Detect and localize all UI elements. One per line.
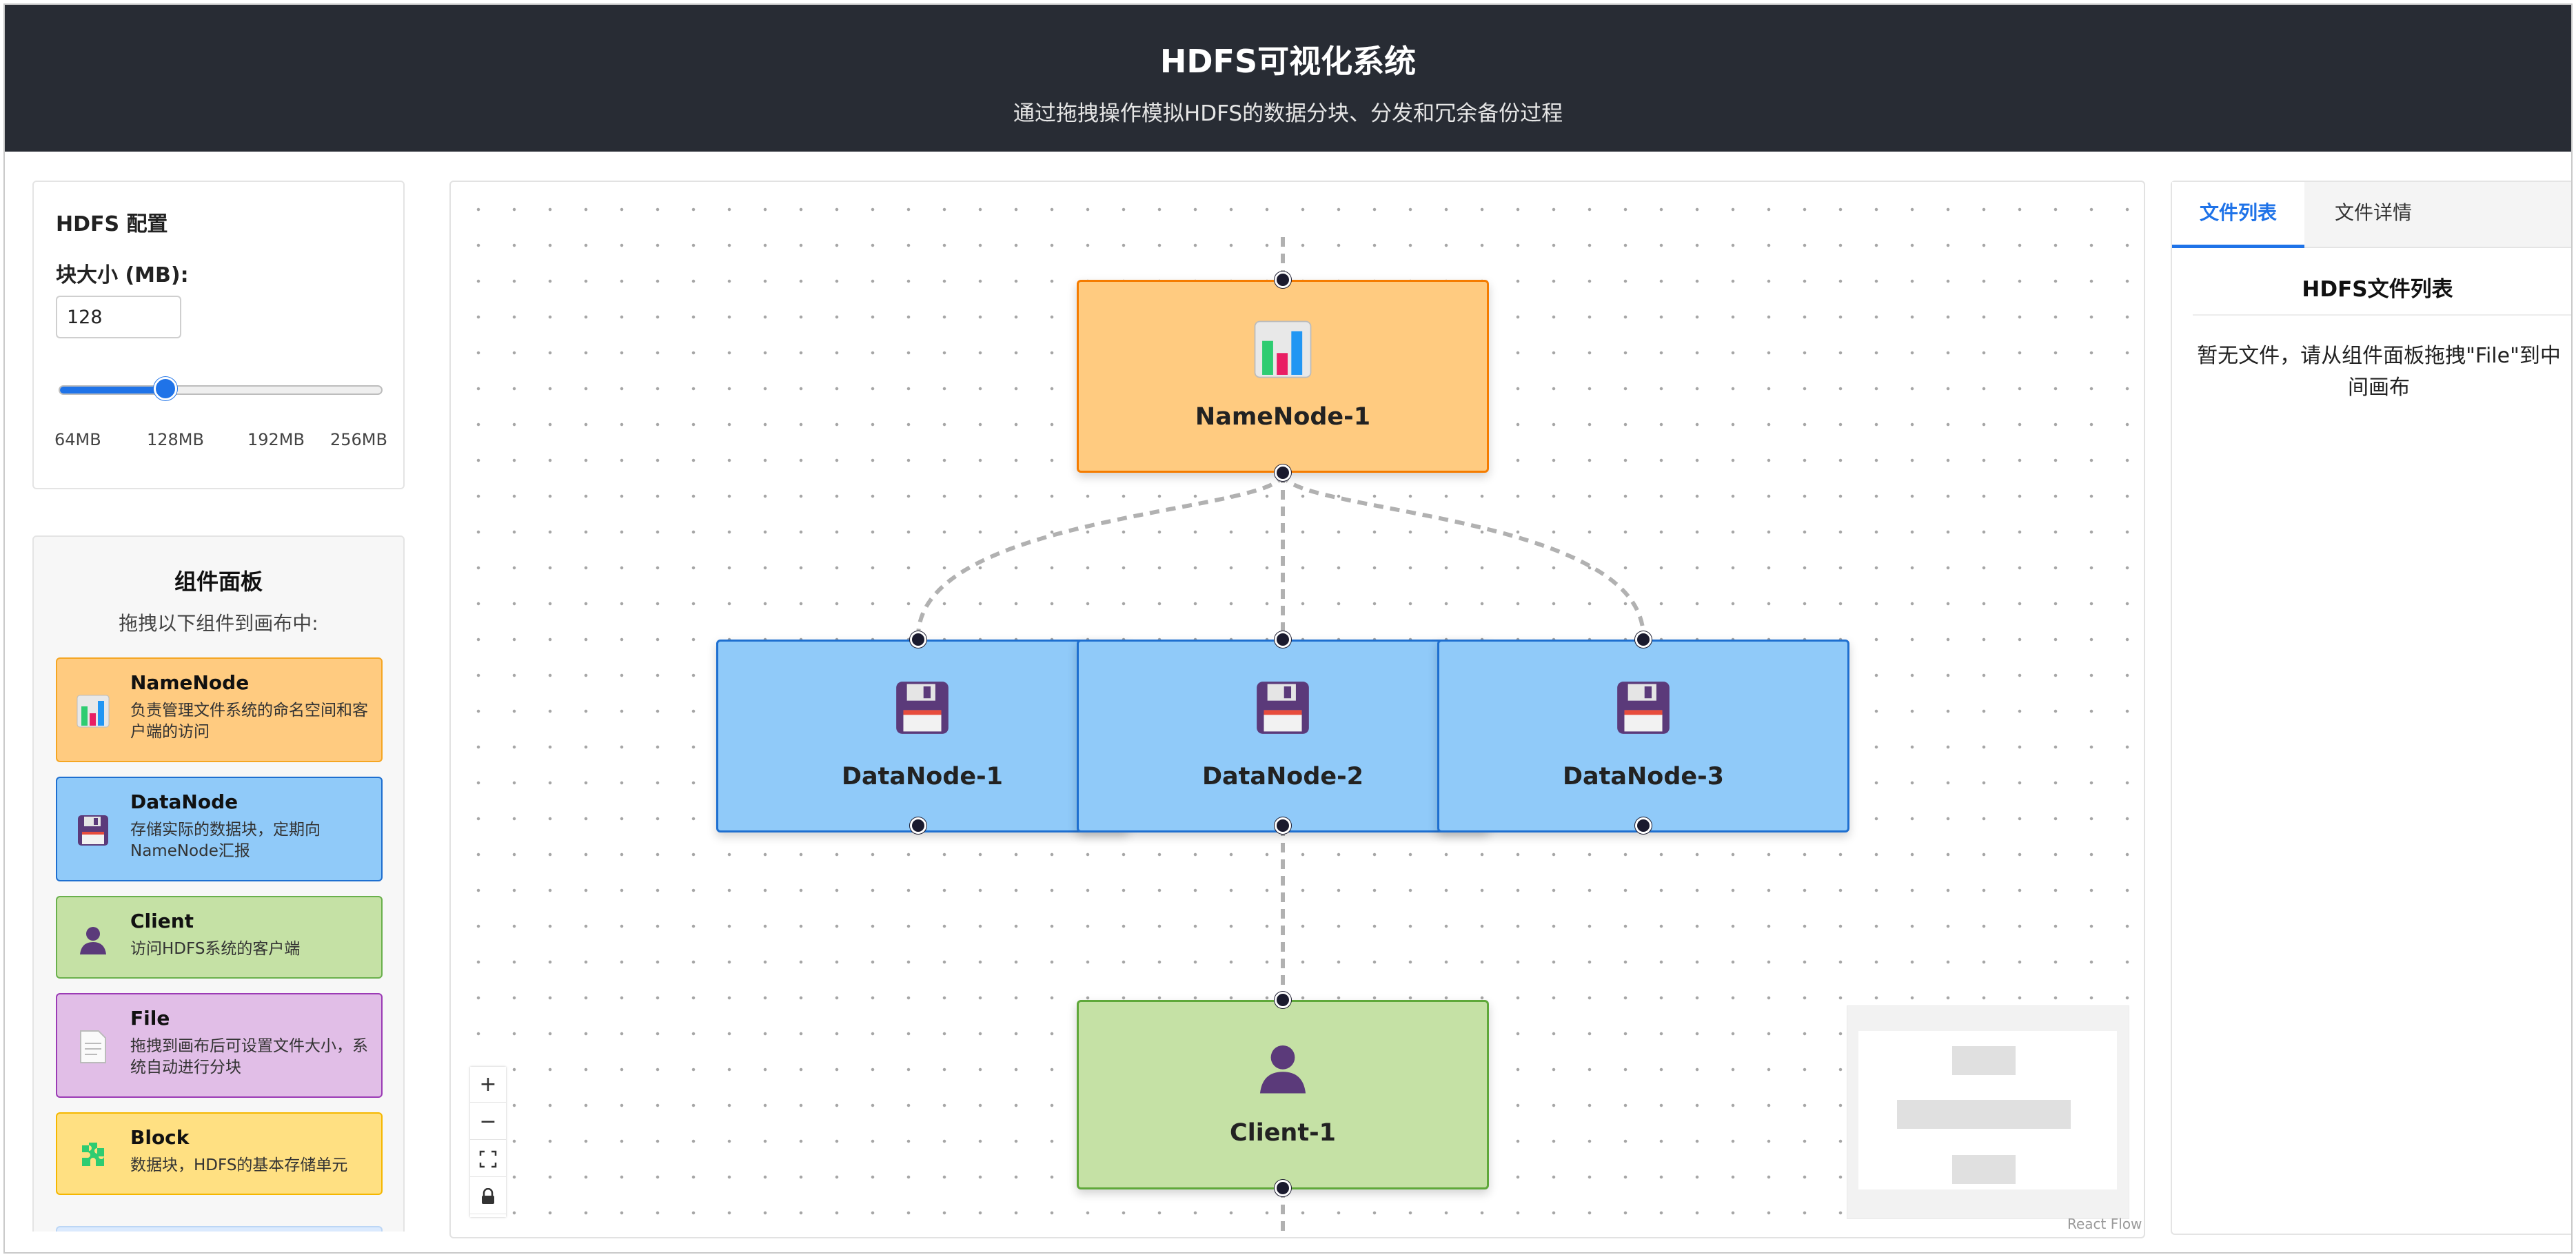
palette-item-file[interactable]: File 拖拽到画布后可设置文件大小，系统自动进行分块 <box>56 993 383 1098</box>
block-size-label: 块大小 (MB): <box>56 263 189 287</box>
node-handle[interactable] <box>1275 272 1291 288</box>
node-datanode-3[interactable]: DataNode-3 <box>1437 640 1849 832</box>
tab-file-details[interactable]: 文件详情 <box>2304 182 2442 248</box>
node-namenode-1[interactable]: NameNode-1 <box>1077 280 1489 473</box>
minimap-viewport[interactable] <box>1858 1031 2117 1189</box>
node-handle[interactable] <box>1275 817 1291 834</box>
app-subtitle: 通过拖拽操作模拟HDFS的数据分块、分发和冗余备份过程 <box>1013 101 1563 126</box>
floppy-disk-icon <box>74 811 112 850</box>
palette-item-desc: 数据块，HDFS的基本存储单元 <box>130 1156 348 1174</box>
palette-item-name: DataNode <box>130 790 239 813</box>
node-datanode-1[interactable]: DataNode-1 <box>716 640 1128 832</box>
document-icon <box>74 1028 112 1066</box>
node-label: DataNode-3 <box>1562 763 1725 790</box>
fit-view-button[interactable] <box>470 1141 506 1177</box>
palette-title: 组件面板 <box>174 569 263 595</box>
node-label: NameNode-1 <box>1195 403 1371 431</box>
node-label: DataNode-1 <box>841 763 1004 790</box>
slider-fill <box>60 387 166 394</box>
lock-icon <box>482 1187 494 1204</box>
flow-canvas-area[interactable]: NameNode-1 DataNode-1 DataNode-2 DataNod… <box>449 181 2145 1238</box>
tick-label: 256MB <box>330 430 387 449</box>
block-size-input[interactable] <box>56 296 181 338</box>
zoom-in-button[interactable]: + <box>470 1067 506 1103</box>
lock-button[interactable] <box>470 1178 506 1214</box>
palette-subtitle: 拖拽以下组件到画布中: <box>119 612 318 635</box>
node-client-1[interactable]: Client-1 <box>1077 1000 1489 1189</box>
fit-view-icon <box>479 1150 497 1167</box>
node-handle[interactable] <box>1275 992 1291 1008</box>
floppy-disk-icon <box>891 676 954 739</box>
tick-label: 128MB <box>147 430 204 449</box>
tab-file-list[interactable]: 文件列表 <box>2172 182 2304 248</box>
edge-namenode-datanode-3[interactable] <box>1281 473 1645 637</box>
palette-item-name: NameNode <box>130 671 250 694</box>
puzzle-icon <box>74 1137 112 1176</box>
hdfs-config-card: HDFS 配置 块大小 (MB): 64MB 128MB 192MB 256MB <box>32 181 405 489</box>
tick-label: 64MB <box>54 430 101 449</box>
palette-item-datanode[interactable]: DataNode 存储实际的数据块，定期向NameNode汇报 <box>56 777 383 881</box>
node-handle[interactable] <box>1275 631 1291 648</box>
node-label: DataNode-2 <box>1201 763 1364 790</box>
tabs-bar: 文件列表 文件详情 <box>2172 182 2571 248</box>
component-palette: 组件面板 拖拽以下组件到画布中: NameNode 负责管理文件系统的命名空间和… <box>32 535 405 1232</box>
user-icon <box>1251 1036 1315 1100</box>
app-title: HDFS可视化系统 <box>1159 43 1417 80</box>
palette-item-client[interactable]: Client 访问HDFS系统的客户端 <box>56 896 383 979</box>
minimap-node <box>1952 1046 2016 1075</box>
plus-icon: + <box>479 1072 497 1096</box>
node-handle[interactable] <box>910 631 926 648</box>
divider <box>2193 314 2571 316</box>
minimap[interactable] <box>1847 1005 2129 1219</box>
left-sidebar: HDFS 配置 块大小 (MB): 64MB 128MB 192MB 256MB… <box>32 181 425 1232</box>
canvas-controls: + − <box>470 1067 506 1217</box>
node-handle[interactable] <box>1275 464 1291 481</box>
floppy-disk-icon <box>1251 676 1315 739</box>
user-icon <box>74 921 112 959</box>
bar-chart-icon <box>74 692 112 730</box>
app-header: HDFS可视化系统 通过拖拽操作模拟HDFS的数据分块、分发和冗余备份过程 <box>5 5 2571 152</box>
node-handle[interactable] <box>1635 631 1652 648</box>
palette-item-block[interactable]: Block 数据块，HDFS的基本存储单元 <box>56 1112 383 1195</box>
floppy-disk-icon <box>1612 676 1675 739</box>
node-handle[interactable] <box>910 817 926 834</box>
minus-icon: − <box>479 1110 497 1134</box>
file-list-title: HDFS文件列表 <box>2302 277 2453 302</box>
minimap-node <box>1952 1155 2016 1184</box>
palette-item-desc: 存储实际的数据块，定期向NameNode汇报 <box>130 821 321 860</box>
bar-chart-icon <box>1251 318 1315 381</box>
palette-item-desc: 访问HDFS系统的客户端 <box>130 940 301 958</box>
palette-item-desc: 拖拽到画布后可设置文件大小，系统自动进行分块 <box>130 1037 368 1076</box>
block-size-slider[interactable] <box>59 385 383 395</box>
node-label: Client-1 <box>1230 1119 1336 1147</box>
palette-item-name: Block <box>130 1126 190 1149</box>
right-panel: 文件列表 文件详情 HDFS文件列表 暂无文件，请从组件面板拖拽"File"到中… <box>2171 181 2571 1235</box>
node-datanode-2[interactable]: DataNode-2 <box>1077 640 1489 832</box>
react-flow-attribution[interactable]: React Flow <box>2067 1216 2142 1232</box>
palette-item-namenode[interactable]: NameNode 负责管理文件系统的命名空间和客户端的访问 <box>56 657 383 762</box>
minimap-node <box>1897 1100 2071 1129</box>
tick-label: 192MB <box>247 430 305 449</box>
palette-item-name: File <box>130 1007 170 1030</box>
config-title: HDFS 配置 <box>56 212 168 236</box>
edge-namenode-datanode-1[interactable] <box>916 473 1285 637</box>
node-handle[interactable] <box>1635 817 1652 834</box>
zoom-out-button[interactable]: − <box>470 1104 506 1140</box>
slider-thumb[interactable] <box>154 377 178 400</box>
app-window: HDFS可视化系统 通过拖拽操作模拟HDFS的数据分块、分发和冗余备份过程 HD… <box>3 3 2573 1254</box>
palette-item-desc: 负责管理文件系统的命名空间和客户端的访问 <box>130 702 368 741</box>
node-handle[interactable] <box>1275 1180 1291 1196</box>
empty-file-list-message: 暂无文件，请从组件面板拖拽"File"到中间画布 <box>2197 344 2561 400</box>
palette-tip-box <box>56 1226 383 1232</box>
palette-item-name: Client <box>130 910 194 932</box>
